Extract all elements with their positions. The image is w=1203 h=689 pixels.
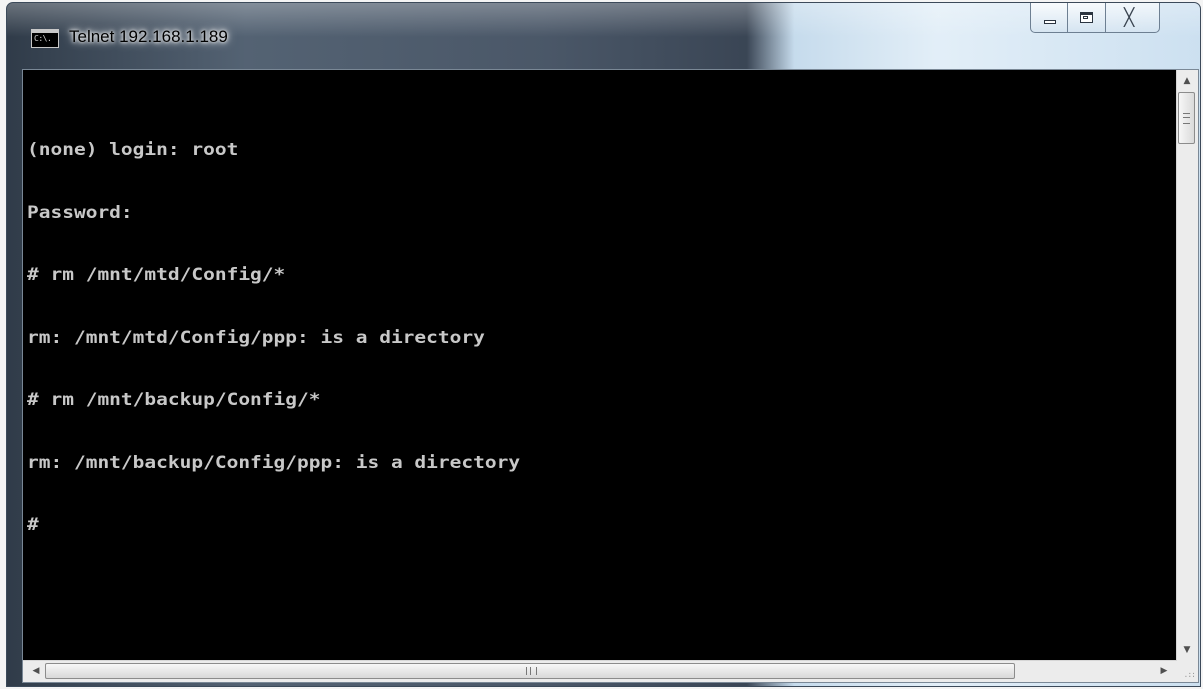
console-icon[interactable]: C:\.	[31, 29, 59, 48]
console-output[interactable]: (none) login: root Password: # rm /mnt/m…	[27, 98, 1170, 574]
scroll-down-arrow-icon[interactable]: ▼	[1177, 641, 1197, 659]
caption-buttons: ╳	[1030, 3, 1160, 41]
vertical-scrollbar[interactable]: ▲ ▼	[1176, 70, 1198, 661]
maximize-icon	[1080, 12, 1093, 23]
grip-icon	[526, 667, 537, 675]
resize-dots-icon: .::	[1183, 670, 1196, 679]
minimize-icon	[1044, 20, 1056, 24]
console-line: Password:	[27, 202, 133, 222]
vertical-scroll-thumb[interactable]	[1178, 92, 1195, 144]
close-icon: ╳	[1124, 8, 1135, 28]
minimize-button[interactable]	[1030, 3, 1068, 33]
console-line: # rm /mnt/backup/Config/*	[27, 389, 321, 410]
console-prompt: #	[27, 514, 39, 535]
console-line: rm: /mnt/backup/Config/ppp: is a directo…	[27, 452, 521, 472]
grip-icon	[1183, 113, 1190, 124]
console-line: # rm /mnt/mtd/Config/*	[27, 264, 286, 285]
maximize-button[interactable]	[1068, 3, 1106, 33]
close-button[interactable]: ╳	[1106, 3, 1160, 33]
title-bar[interactable]: C:\. Telnet 192.168.1.189 ╳	[7, 3, 1200, 69]
console-line: rm: /mnt/mtd/Config/ppp: is a directory	[27, 327, 485, 347]
console-area[interactable]: (none) login: root Password: # rm /mnt/m…	[22, 69, 1199, 683]
telnet-window[interactable]: C:\. Telnet 192.168.1.189 ╳ (none) login…	[6, 2, 1201, 687]
horizontal-scrollbar[interactable]: ◀ ▶	[23, 660, 1177, 682]
horizontal-scroll-thumb[interactable]	[45, 663, 1015, 679]
scroll-right-arrow-icon[interactable]: ▶	[1155, 661, 1173, 681]
scroll-left-arrow-icon[interactable]: ◀	[27, 661, 45, 681]
scroll-up-arrow-icon[interactable]: ▲	[1177, 72, 1197, 90]
window-title: Telnet 192.168.1.189	[69, 27, 228, 46]
console-line: (none) login: root	[27, 139, 239, 160]
resize-grip-icon[interactable]: .::	[1177, 661, 1198, 682]
